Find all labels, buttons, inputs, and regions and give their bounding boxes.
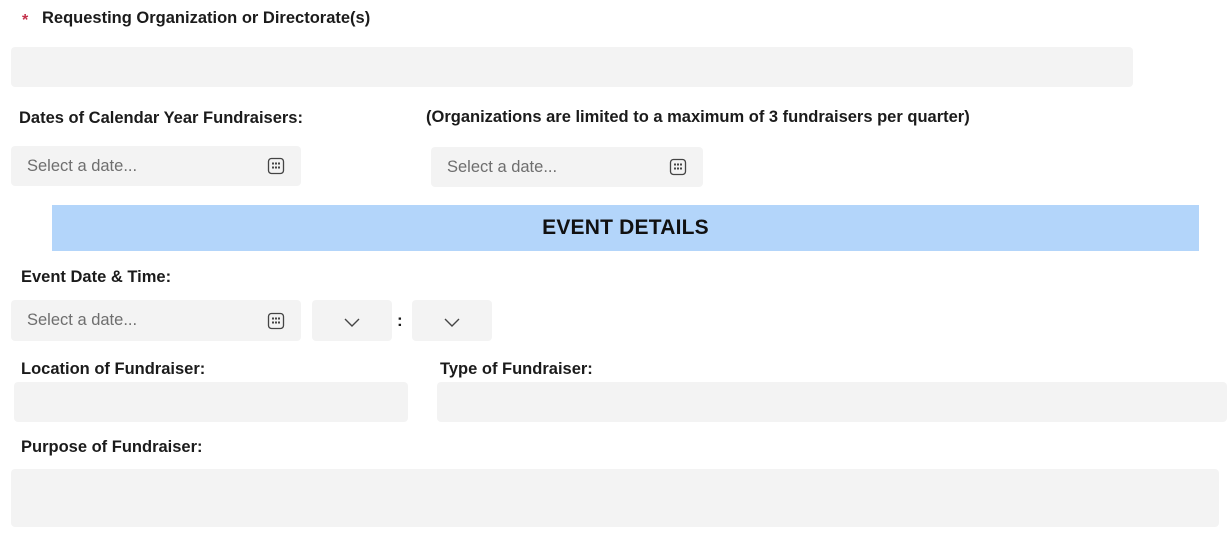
- type-label: Type of Fundraiser:: [440, 360, 593, 378]
- chevron-down-icon: [443, 315, 461, 327]
- event-details-header: EVENT DETAILS: [52, 205, 1199, 251]
- chevron-down-icon: [343, 315, 361, 327]
- fundraiser-limit-note: (Organizations are limited to a maximum …: [426, 108, 970, 126]
- time-separator: :: [397, 311, 403, 330]
- required-asterisk: *: [22, 12, 29, 29]
- calendar-date-picker-1[interactable]: Select a date...: [11, 146, 301, 186]
- location-label: Location of Fundraiser:: [21, 360, 206, 378]
- date-placeholder: Select a date...: [447, 157, 558, 176]
- calendar-icon[interactable]: [267, 312, 285, 330]
- location-input[interactable]: [14, 382, 408, 422]
- date-placeholder: Select a date...: [27, 156, 138, 175]
- requesting-org-label: Requesting Organization or Directorate(s…: [42, 9, 371, 27]
- calendar-icon[interactable]: [669, 158, 687, 176]
- calendar-date-picker-2[interactable]: Select a date...: [431, 147, 703, 187]
- purpose-input[interactable]: [11, 469, 1219, 527]
- type-input[interactable]: [437, 382, 1227, 422]
- requesting-org-input[interactable]: [11, 47, 1133, 87]
- calendar-icon[interactable]: [267, 157, 285, 175]
- event-date-picker[interactable]: Select a date...: [11, 300, 301, 341]
- date-placeholder: Select a date...: [27, 311, 138, 329]
- purpose-label: Purpose of Fundraiser:: [21, 438, 203, 456]
- event-datetime-label: Event Date & Time:: [21, 268, 172, 286]
- hour-select[interactable]: [312, 300, 392, 341]
- minute-select[interactable]: [412, 300, 492, 341]
- calendar-dates-label: Dates of Calendar Year Fundraisers:: [19, 109, 303, 127]
